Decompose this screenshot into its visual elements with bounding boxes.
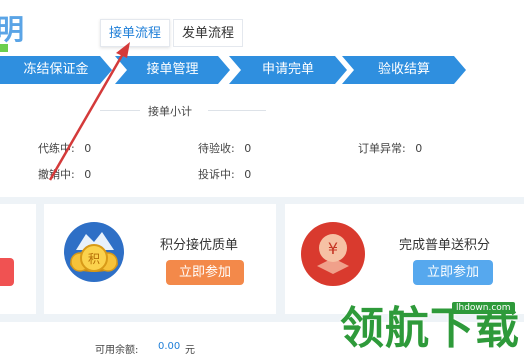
- stat-label: 投诉中:: [198, 168, 235, 181]
- stat-order-exception: 订单异常: 0: [358, 140, 422, 156]
- partial-button[interactable]: [0, 258, 14, 286]
- stat-label: 待验收:: [198, 142, 235, 155]
- step-acceptance-settlement: 验收结算: [342, 56, 466, 84]
- stat-in-progress: 代练中: 0: [38, 140, 91, 156]
- stat-pending-acceptance: 待验收: 0: [198, 140, 251, 156]
- svg-text:积: 积: [88, 252, 100, 266]
- card-points-quality-orders: 积 积分接优质单 立即参加: [44, 204, 276, 314]
- tab-publish-flow[interactable]: 发单流程: [173, 19, 244, 47]
- stat-label: 撤销中:: [38, 168, 75, 181]
- balance-unit: 元: [185, 345, 195, 356]
- flow-tabs: 接单流程 发单流程: [100, 19, 246, 47]
- stat-value: 0: [415, 142, 423, 155]
- stat-complaint: 投诉中: 0: [198, 166, 251, 182]
- summary-divider-left: [100, 110, 140, 111]
- join-button[interactable]: 立即参加: [413, 260, 493, 285]
- svg-text:¥: ¥: [328, 239, 338, 258]
- stat-label: 代练中:: [38, 142, 75, 155]
- stat-cancelling: 撤销中: 0: [38, 166, 91, 182]
- summary-title: 接单小计: [148, 105, 192, 118]
- logo-fragment: 明: [0, 13, 24, 46]
- stat-value: 0: [244, 142, 252, 155]
- step-freeze-deposit: 冻结保证金: [0, 56, 112, 84]
- logo-fragment-accent: [0, 44, 8, 52]
- stat-value: 0: [84, 142, 92, 155]
- card-title: 完成普单送积分: [399, 238, 491, 253]
- yuan-badge-icon: ¥: [301, 222, 365, 286]
- tab-accept-flow[interactable]: 接单流程: [100, 19, 171, 47]
- stat-value: 0: [84, 168, 92, 181]
- join-button[interactable]: 立即参加: [166, 260, 244, 285]
- card-partial-left: [0, 204, 36, 314]
- process-steps: 冻结保证金 接单管理 申请完单 验收结算: [0, 56, 470, 84]
- summary-divider-right: [208, 110, 266, 111]
- coins-medal-icon: 积: [64, 222, 124, 282]
- summary-header: 接单小计: [100, 103, 266, 118]
- watermark-url: lhdown.com: [452, 302, 515, 314]
- balance-value: 0.00: [158, 341, 181, 352]
- stat-label: 订单异常:: [358, 142, 406, 155]
- card-title: 积分接优质单: [160, 238, 239, 253]
- step-apply-completion: 申请完单: [229, 56, 347, 84]
- balance-label: 可用余额:: [95, 345, 139, 356]
- step-order-management: 接单管理: [115, 56, 230, 84]
- stat-value: 0: [244, 168, 252, 181]
